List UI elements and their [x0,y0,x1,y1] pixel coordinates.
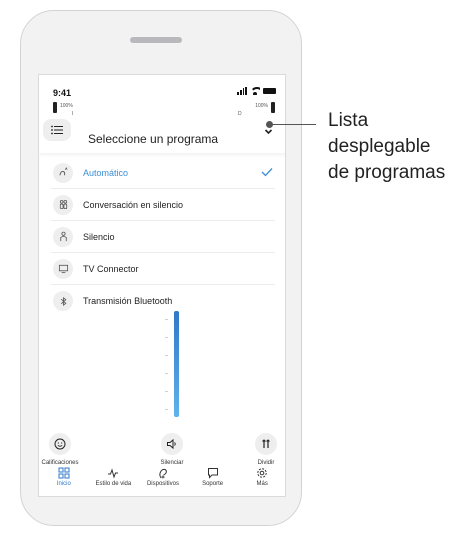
volume-slider[interactable] [174,311,179,417]
tab-soporte[interactable]: Soporte [191,467,235,496]
gear-icon [257,468,267,478]
status-icons [237,87,276,95]
app-screen: 9:41 100% I 100% D Seleccione un program… [38,74,286,497]
program-dropdown-header[interactable]: Seleccione un programa [39,115,285,153]
bluetooth-icon [53,291,73,311]
battery-icon [263,88,276,94]
bottom-tab-bar: Inicio Estilo de vida Dispositivos Sopor… [39,463,285,496]
chat-bubble-icon [207,468,218,479]
slider-tick [165,355,168,356]
slider-tick [165,337,168,338]
right-aid-battery-percent: 100% [255,103,268,109]
mute-action[interactable]: Silenciar [142,433,202,466]
tab-label: Inicio [56,481,71,487]
quiet-icon [53,226,73,247]
conversation-icon [53,194,73,215]
phone-speaker [130,37,182,43]
phone-frame: 9:41 100% I 100% D Seleccione un program… [20,10,302,526]
slider-tick [165,373,168,374]
program-label: Conversación en silencio [83,199,184,210]
callout-dot [266,121,273,128]
list-icon [51,125,63,135]
program-label: Silencio [83,231,115,242]
tab-estilo-de-vida[interactable]: Estilo de vida [91,467,135,496]
slider-tick [165,391,168,392]
tv-icon [53,258,73,279]
home-grid-icon [58,467,70,479]
callout-line-2: desplegable [328,136,431,157]
slider-tick [165,409,168,410]
left-aid-battery: 100% [53,102,73,113]
callout-line-3: de programas [328,162,446,183]
left-aid-battery-percent: 100% [60,103,73,109]
program-item-automatico[interactable]: Automático [51,157,275,189]
tab-label: Más [256,481,268,487]
hearing-aid-icon [159,468,167,479]
tab-dispositivos[interactable]: Dispositivos [141,467,185,496]
program-item-tv-connector[interactable]: TV Connector [51,253,275,285]
callout-line [270,124,316,125]
program-item-silencio[interactable]: Silencio [51,221,275,253]
right-aid-battery-icon [271,102,275,113]
list-menu-button[interactable] [43,119,71,141]
left-aid-battery-icon [53,102,57,113]
tab-label: Soporte [202,481,224,487]
wifi-icon [250,87,260,95]
callout-line-1: Lista [328,110,369,131]
slider-tick [165,319,168,320]
split-action[interactable]: Dividir [236,433,285,466]
split-icon [255,433,277,455]
check-icon [261,168,273,177]
ratings-action[interactable]: Calificaciones [39,433,90,466]
program-label: Transmisión Bluetooth [83,296,173,306]
dropdown-title: Seleccione un programa [88,132,219,146]
auto-program-icon [53,162,73,183]
right-aid-battery: 100% [255,102,275,113]
tab-label: Estilo de vida [95,481,132,487]
mute-speaker-icon [161,433,183,455]
cell-signal-icon [237,87,247,95]
tab-label: Dispositivos [146,481,179,487]
program-label: TV Connector [83,263,139,274]
program-item-bluetooth[interactable]: Transmisión Bluetooth [51,285,275,317]
callout-label: Lista desplegable de programas [328,108,471,186]
status-time: 9:41 [53,88,72,98]
smiley-icon [49,433,71,455]
activity-icon [108,468,119,479]
tab-mas[interactable]: Más [240,467,284,496]
chevron-down-icon[interactable] [264,127,273,136]
program-label: Automático [83,167,129,178]
program-item-conversacion[interactable]: Conversación en silencio [51,189,275,221]
tab-inicio[interactable]: Inicio [42,467,86,496]
